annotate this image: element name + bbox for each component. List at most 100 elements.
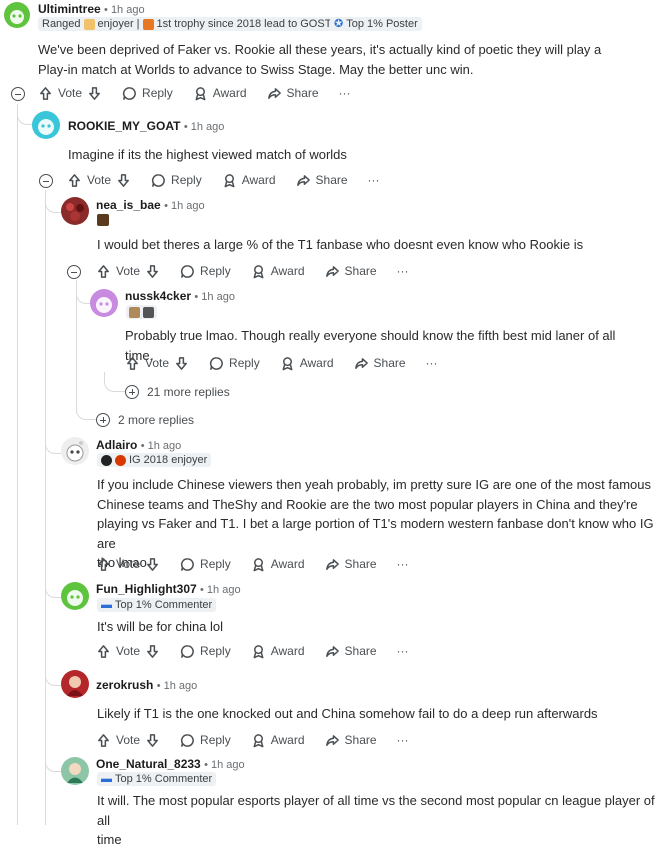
downvote-icon[interactable] xyxy=(87,86,102,101)
more-options-button[interactable]: ··· xyxy=(339,86,351,100)
comment-author[interactable]: One_Natural_8233 • 1h ago xyxy=(96,757,245,771)
vote-control[interactable]: Vote xyxy=(96,644,160,659)
username[interactable]: nussk4cker xyxy=(125,289,191,303)
award-button[interactable]: Award xyxy=(222,173,276,188)
award-button[interactable]: Award xyxy=(251,557,305,572)
reply-label: Reply xyxy=(200,733,231,747)
avatar[interactable] xyxy=(61,197,89,225)
comment-author[interactable]: ROOKIE_MY_GOAT • 1h ago xyxy=(68,119,224,133)
more-options-button[interactable]: ··· xyxy=(397,264,409,278)
upvote-icon[interactable] xyxy=(125,356,140,371)
comment-actions: Vote Reply Award Share ··· xyxy=(96,260,429,282)
comment-author[interactable]: zerokrush • 1h ago xyxy=(96,678,197,692)
vote-control[interactable]: Vote xyxy=(38,86,102,101)
username[interactable]: zerokrush xyxy=(96,678,153,692)
comment-author[interactable]: nussk4cker • 1h ago xyxy=(125,289,235,303)
share-button[interactable]: Share xyxy=(354,356,406,371)
downvote-icon[interactable] xyxy=(174,356,189,371)
collapse-thread-button[interactable] xyxy=(67,265,81,279)
comment-author[interactable]: Ultimintree • 1h ago xyxy=(38,2,145,16)
reply-button[interactable]: Reply xyxy=(180,733,231,748)
vote-control[interactable]: Vote xyxy=(96,733,160,748)
reply-button[interactable]: Reply xyxy=(180,264,231,279)
reply-button[interactable]: Reply xyxy=(151,173,202,188)
timestamp: • 1h ago xyxy=(164,200,205,212)
downvote-icon[interactable] xyxy=(145,264,160,279)
comment-author[interactable]: Adlairo • 1h ago xyxy=(96,438,181,452)
upvote-icon[interactable] xyxy=(96,644,111,659)
share-button[interactable]: Share xyxy=(267,86,319,101)
collapse-thread-button[interactable] xyxy=(11,87,25,101)
reply-label: Reply xyxy=(171,173,202,187)
award-label: Award xyxy=(270,644,305,658)
username[interactable]: One_Natural_8233 xyxy=(96,757,201,771)
avatar[interactable] xyxy=(61,757,89,785)
reply-button[interactable]: Reply xyxy=(122,86,173,101)
vote-control[interactable]: Vote xyxy=(67,173,131,188)
timestamp: • 1h ago xyxy=(194,291,235,303)
team-logo-icon xyxy=(115,454,126,466)
share-icon xyxy=(354,357,368,369)
more-options-button[interactable]: ··· xyxy=(397,733,409,747)
award-button[interactable]: Award xyxy=(251,733,305,748)
share-button[interactable]: Share xyxy=(296,173,348,188)
upvote-icon[interactable] xyxy=(96,264,111,279)
chat-bubble-icon xyxy=(209,356,223,370)
upvote-icon[interactable] xyxy=(96,733,111,748)
more-replies-label: 21 more replies xyxy=(147,385,230,399)
chat-bubble-icon xyxy=(151,173,165,187)
upvote-icon[interactable] xyxy=(96,557,111,572)
share-button[interactable]: Share xyxy=(325,644,377,659)
downvote-icon[interactable] xyxy=(145,557,160,572)
more-replies-label: 2 more replies xyxy=(118,413,195,427)
avatar[interactable] xyxy=(61,670,89,698)
share-label: Share xyxy=(344,733,377,747)
comment-author[interactable]: nea_is_bae • 1h ago xyxy=(96,198,205,212)
username[interactable]: Adlairo xyxy=(96,438,137,452)
upvote-icon[interactable] xyxy=(38,86,53,101)
award-button[interactable]: Award xyxy=(251,264,305,279)
reply-button[interactable]: Reply xyxy=(209,356,260,371)
share-icon xyxy=(325,558,339,570)
share-button[interactable]: Share xyxy=(325,733,377,748)
downvote-icon[interactable] xyxy=(145,733,160,748)
avatar[interactable] xyxy=(90,289,118,317)
award-button[interactable]: Award xyxy=(193,86,247,101)
username[interactable]: ROOKIE_MY_GOAT xyxy=(68,119,180,133)
username[interactable]: Fun_Highlight307 xyxy=(96,582,197,596)
share-button[interactable]: Share xyxy=(325,264,377,279)
more-options-button[interactable]: ··· xyxy=(397,557,409,571)
reply-button[interactable]: Reply xyxy=(180,557,231,572)
downvote-icon[interactable] xyxy=(145,644,160,659)
more-options-button[interactable]: ··· xyxy=(426,356,438,370)
more-replies-link[interactable]: 21 more replies xyxy=(125,385,230,399)
more-options-button[interactable]: ··· xyxy=(397,644,409,658)
more-replies-link[interactable]: 2 more replies xyxy=(96,413,194,427)
avatar[interactable] xyxy=(61,582,89,610)
flair-text: enjoyer | xyxy=(97,18,140,30)
comment-author[interactable]: Fun_Highlight307 • 1h ago xyxy=(96,582,241,596)
vote-control[interactable]: Vote xyxy=(96,557,160,572)
username[interactable]: Ultimintree xyxy=(38,2,101,16)
avatar[interactable] xyxy=(32,111,60,139)
award-button[interactable]: Award xyxy=(251,644,305,659)
more-options-button[interactable]: ··· xyxy=(368,173,380,187)
reply-button[interactable]: Reply xyxy=(180,644,231,659)
username[interactable]: nea_is_bae xyxy=(96,198,161,212)
downvote-icon[interactable] xyxy=(116,173,131,188)
award-button[interactable]: Award xyxy=(280,356,334,371)
vote-label: Vote xyxy=(87,173,112,187)
avatar[interactable] xyxy=(4,2,30,28)
collapse-thread-button[interactable] xyxy=(39,174,53,188)
comment-actions: Vote Reply Award Share ··· xyxy=(38,82,371,104)
upvote-icon[interactable] xyxy=(67,173,82,188)
user-flair: Ranged enjoyer | 1st trophy since 2018 l… xyxy=(38,17,336,31)
flair-text: Top 1% Commenter xyxy=(115,599,213,611)
flair-emoji-icon xyxy=(143,306,154,318)
share-button[interactable]: Share xyxy=(325,557,377,572)
share-label: Share xyxy=(315,173,348,187)
chat-bubble-icon xyxy=(180,264,194,278)
vote-control[interactable]: Vote xyxy=(96,264,160,279)
vote-control[interactable]: Vote xyxy=(125,356,189,371)
avatar[interactable] xyxy=(61,437,89,465)
